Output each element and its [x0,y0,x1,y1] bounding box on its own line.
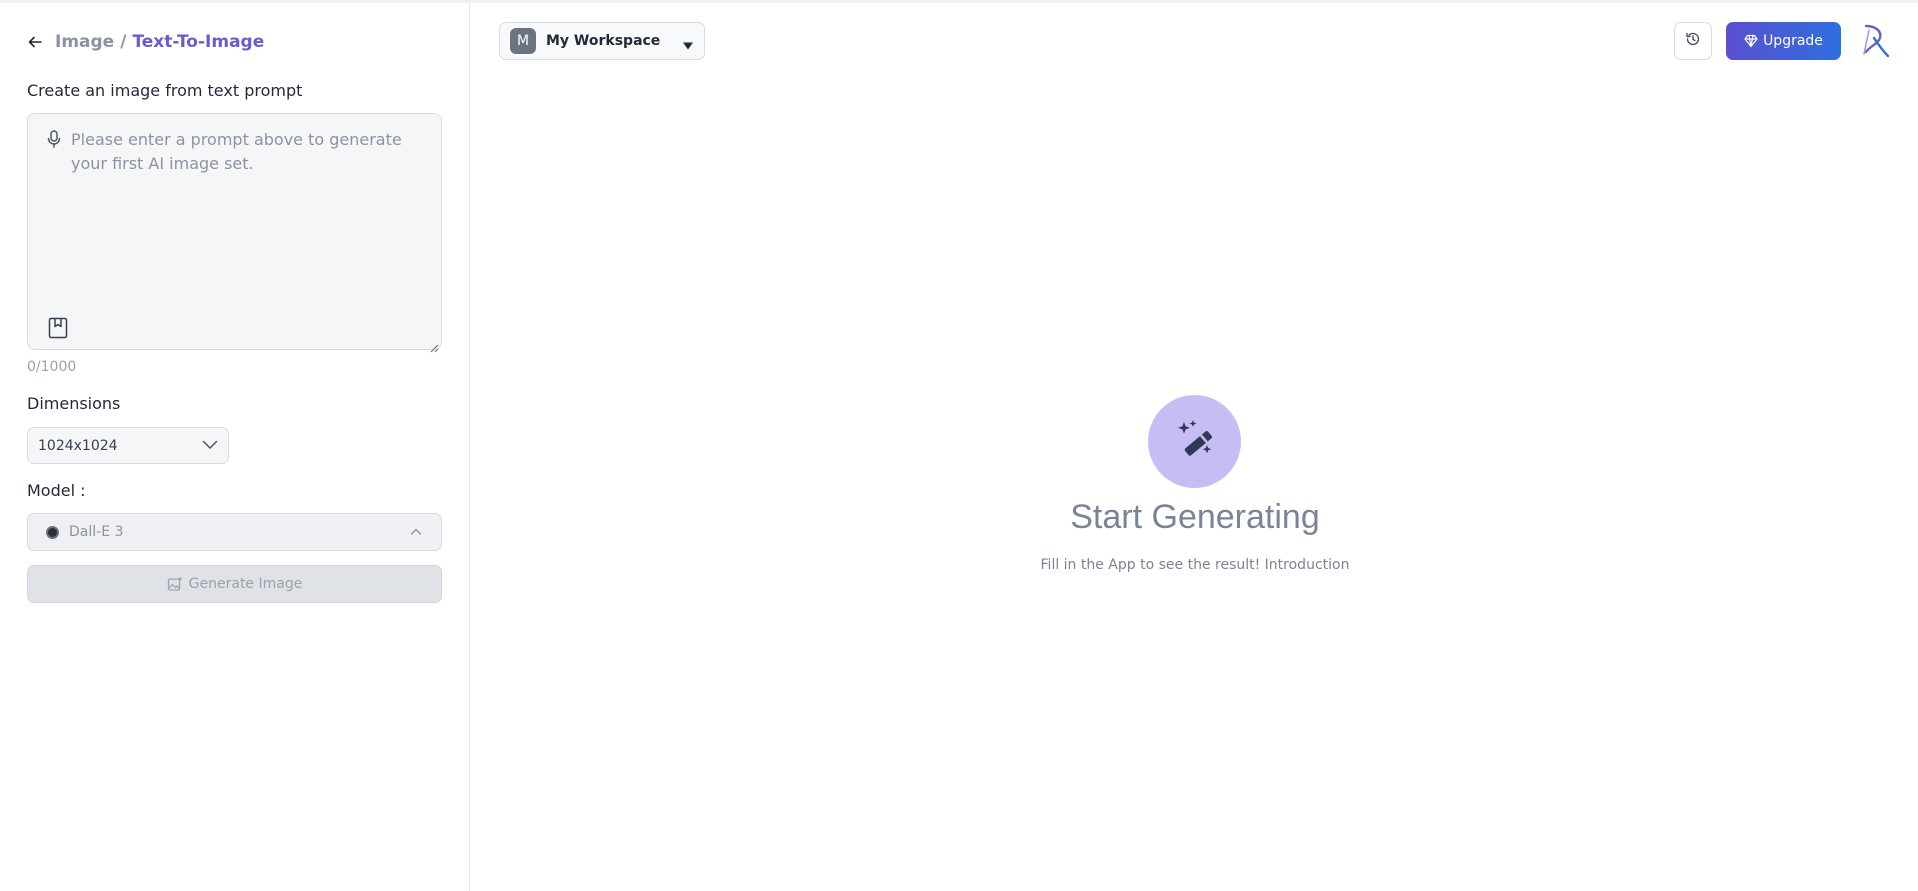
dimensions-value: 1024x1024 [38,437,118,454]
generate-image-label: Generate Image [188,576,303,592]
character-counter: 0/1000 [27,359,77,375]
empty-state-title: Start Generating [1070,498,1320,536]
workspace-selector[interactable]: M My Workspace [499,22,705,60]
gem-icon [1744,34,1758,48]
upgrade-label: Upgrade [1763,33,1823,49]
chevron-down-icon [202,438,218,454]
breadcrumb-parent[interactable]: Image [55,32,114,52]
breadcrumb: Image / Text-To-Image [27,29,264,55]
workspace-name: My Workspace [546,33,661,49]
upgrade-button[interactable]: Upgrade [1726,22,1841,60]
breadcrumb-separator: / [120,32,127,52]
model-select[interactable]: Dall-E 3 [27,513,442,551]
microphone-icon[interactable] [46,130,62,148]
prompt-placeholder: Please enter a prompt above to generate … [71,130,402,173]
history-button[interactable] [1674,22,1712,60]
model-label: Model : [27,481,86,500]
prompt-textarea[interactable]: Please enter a prompt above to generate … [27,113,442,353]
magic-wand-badge [1148,395,1241,488]
workspace-avatar: M [510,28,536,54]
breadcrumb-current: Text-To-Image [132,32,265,52]
openai-icon [46,525,59,539]
bookmark-icon[interactable] [48,317,68,339]
caret-down-icon [682,36,694,50]
magic-wand-icon [1174,419,1216,465]
dimensions-label: Dimensions [27,394,121,413]
resize-handle[interactable] [430,338,439,353]
left-panel: Image / Text-To-Image Create an image fr… [0,3,470,891]
chevron-up-icon [409,525,423,539]
model-value: Dall-E 3 [69,524,124,540]
empty-state-subtitle: Fill in the App to see the result! Intro… [1040,557,1350,573]
arrow-left-icon[interactable] [27,34,43,50]
prompt-section-label: Create an image from text prompt [27,81,303,100]
image-generate-icon [167,576,183,592]
dimensions-select[interactable]: 1024x1024 [27,427,229,464]
generate-image-button[interactable]: Generate Image [27,565,442,603]
logo-icon[interactable] [1860,24,1890,58]
history-icon [1685,31,1701,51]
